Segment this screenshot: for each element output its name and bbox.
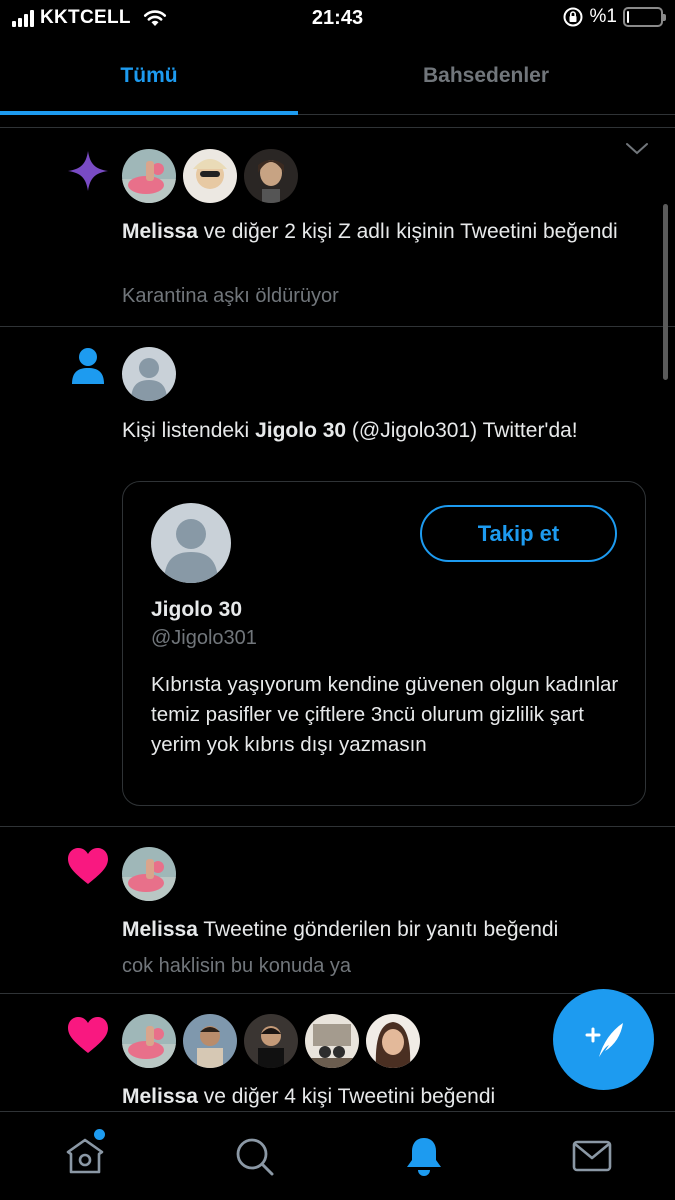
heart-icon <box>68 848 108 884</box>
active-tab-indicator <box>0 111 298 115</box>
avatar[interactable] <box>183 149 237 203</box>
notification-tabs: Tümü Bahsedenler <box>0 40 675 115</box>
heart-icon <box>68 1017 108 1053</box>
avatar[interactable] <box>183 1014 237 1068</box>
mail-icon[interactable] <box>570 1134 614 1178</box>
avatar[interactable] <box>122 149 176 203</box>
tweet-preview: cok haklisin bu konuda ya <box>122 955 352 977</box>
user-card[interactable]: Takip et Jigolo 30 @Jigolo301 Kıbrısta y… <box>122 481 646 806</box>
notification-like-reply[interactable]: Melissa Tweetine gönderilen bir yanıtı b… <box>0 827 675 993</box>
notification-badge <box>94 1129 105 1140</box>
battery-icon <box>623 7 666 27</box>
notification-body: ve diğer 2 kişi Z adlı kişinin Tweetini … <box>197 220 618 243</box>
status-bar: KKTCELL 21:43 %1 <box>0 0 675 38</box>
user-display-name[interactable]: Jigolo 30 <box>151 598 242 622</box>
bell-icon[interactable] <box>402 1134 446 1178</box>
actor-name[interactable]: Jigolo 30 <box>255 419 346 442</box>
sparkle-icon <box>68 151 108 191</box>
avatar[interactable] <box>122 1014 176 1068</box>
search-icon[interactable] <box>232 1134 276 1178</box>
avatar[interactable] <box>244 149 298 203</box>
actor-name[interactable]: Melissa <box>122 220 198 243</box>
avatar[interactable] <box>305 1014 359 1068</box>
notification-text: Melissa Tweetine gönderilen bir yanıtı b… <box>122 914 642 945</box>
tab-all[interactable]: Tümü <box>0 40 298 115</box>
scrollbar[interactable] <box>663 204 668 380</box>
user-bio: Kıbrısta yaşıyorum kendine güvenen olgun… <box>151 673 619 756</box>
notification-text: Kişi listendeki Jigolo 30 (@Jigolo301) T… <box>122 419 578 442</box>
chevron-down-icon[interactable] <box>625 142 649 156</box>
notification-like-group[interactable]: Melissa ve diğer 2 kişi Z adlı kişinin T… <box>0 128 675 326</box>
battery-percentage: %1 <box>589 6 617 27</box>
compose-tweet-icon <box>585 1022 623 1057</box>
tweet-preview: Karantina aşkı öldürüyor <box>122 285 339 307</box>
person-icon <box>72 348 104 384</box>
notification-text: Melissa ve diğer 4 kişi Tweetini beğendi <box>122 1081 642 1111</box>
avatar[interactable] <box>122 347 176 401</box>
notification-body: Tweetine gönderilen bir yanıtı beğendi <box>197 918 559 941</box>
avatar[interactable] <box>151 503 231 583</box>
tab-mentions[interactable]: Bahsedenler <box>337 40 635 115</box>
user-handle: @Jigolo301 <box>151 627 257 649</box>
notification-body: ve diğer 4 kişi Tweetini beğendi <box>197 1085 496 1108</box>
avatar[interactable] <box>244 1014 298 1068</box>
home-icon[interactable] <box>63 1134 107 1178</box>
bottom-navigation <box>0 1111 675 1200</box>
actor-name[interactable]: Melissa <box>122 918 198 941</box>
avatar[interactable] <box>366 1014 420 1068</box>
notification-text: Melissa ve diğer 2 kişi Z adlı kişinin T… <box>122 216 642 247</box>
actor-name[interactable]: Melissa <box>122 1085 198 1108</box>
compose-tweet-button[interactable] <box>553 989 654 1090</box>
avatar[interactable] <box>122 847 176 901</box>
orientation-lock-icon <box>563 7 583 27</box>
follow-button[interactable]: Takip et <box>420 505 617 562</box>
